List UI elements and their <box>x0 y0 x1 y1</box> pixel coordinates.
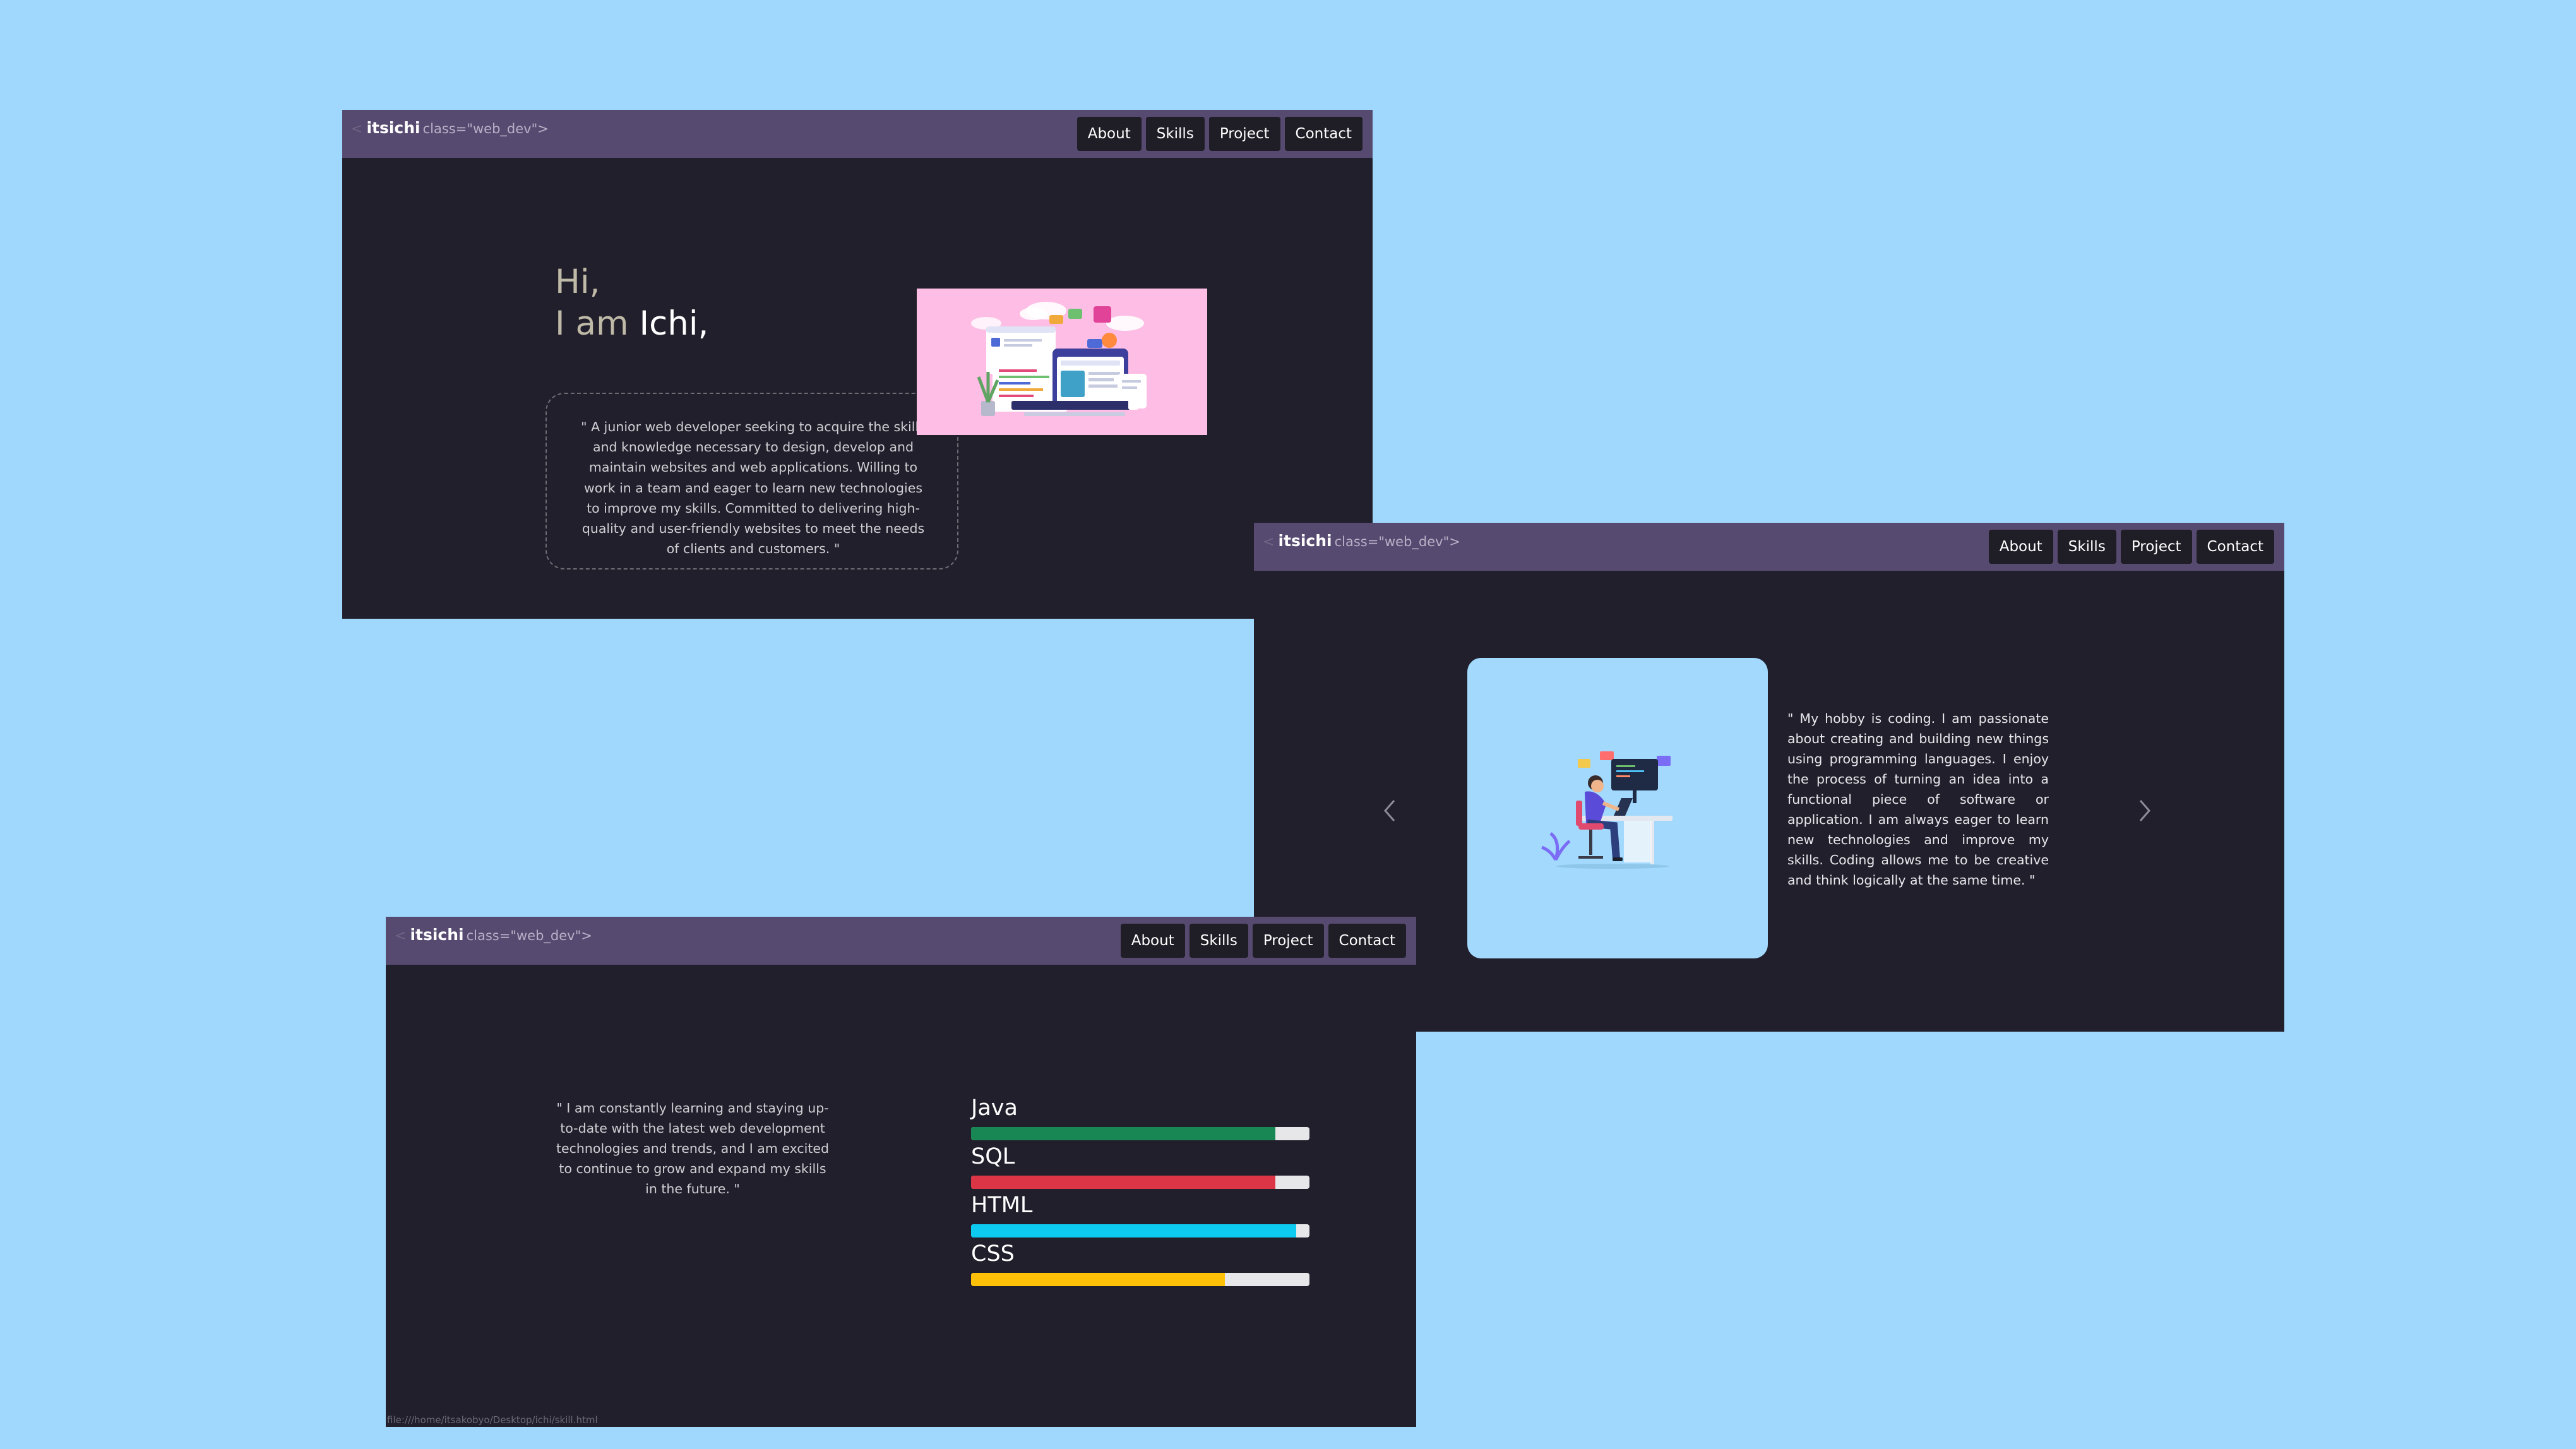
chevron-left-icon[interactable] <box>1378 792 1403 830</box>
brand-attribute: class="web_dev"> <box>422 121 549 136</box>
nav-skills-button[interactable]: Skills <box>1145 117 1205 151</box>
greeting-name: Ichi, <box>639 304 709 343</box>
skill-progress-bar <box>971 1176 1309 1189</box>
nav-about-button[interactable]: About <box>1120 924 1185 958</box>
nav-links: About Skills Project Contact <box>1120 924 1406 958</box>
nav-links: About Skills Project Contact <box>1988 530 2274 564</box>
skill-progress-bar <box>971 1127 1309 1140</box>
greeting-line-2: I am Ichi, <box>555 303 708 345</box>
nav-about-button[interactable]: About <box>1988 530 2053 564</box>
hero-quote-text: " A junior web developer seeking to acqu… <box>581 419 926 557</box>
skill-css: CSS <box>971 1241 1309 1286</box>
brand-attribute: class="web_dev"> <box>466 928 592 943</box>
greeting-line-1: Hi, <box>555 263 600 301</box>
nav-about-button[interactable]: About <box>1076 117 1142 151</box>
brand-prefix: < <box>395 928 407 944</box>
nav-contact-button[interactable]: Contact <box>1284 117 1363 151</box>
hero-page-window: < itsichi class="web_dev"> About Skills … <box>342 110 1373 619</box>
chevron-right-icon[interactable] <box>2132 792 2157 830</box>
skill-progress-fill <box>971 1224 1296 1237</box>
nav-links: About Skills Project Contact <box>1076 117 1363 151</box>
brand-attribute: class="web_dev"> <box>1334 534 1460 549</box>
greeting-prefix: I am <box>555 304 629 343</box>
hero-quote-box: " A junior web developer seeking to acqu… <box>546 393 958 569</box>
brand-logo[interactable]: < itsichi class="web_dev"> <box>351 119 549 144</box>
navbar: < itsichi class="web_dev"> About Skills … <box>1254 523 2284 571</box>
skill-java: Java <box>971 1095 1309 1140</box>
nav-contact-button[interactable]: Contact <box>1328 924 1406 958</box>
brand-logo[interactable]: < itsichi class="web_dev"> <box>395 926 592 951</box>
skill-html: HTML <box>971 1193 1309 1237</box>
skill-progress-fill <box>971 1127 1276 1140</box>
web-development-illustration <box>917 289 1207 435</box>
brand-name: itsichi <box>366 119 420 137</box>
hero-greeting: Hi, I am Ichi, <box>555 261 708 345</box>
navbar: < itsichi class="web_dev"> About Skills … <box>386 917 1416 965</box>
skill-label: Java <box>971 1095 1018 1121</box>
skill-progress-fill <box>971 1273 1225 1286</box>
skills-text: " I am constantly learning and staying u… <box>556 1100 829 1196</box>
nav-skills-button[interactable]: Skills <box>2057 530 2116 564</box>
coding-illustration <box>1467 658 1768 958</box>
brand-logo[interactable]: < itsichi class="web_dev"> <box>1263 532 1460 557</box>
brand-prefix: < <box>1263 534 1275 550</box>
nav-contact-button[interactable]: Contact <box>2196 530 2274 564</box>
status-bar-url: file:///home/itsakobyo/Desktop/ichi/skil… <box>387 1414 598 1426</box>
nav-project-button[interactable]: Project <box>1208 117 1280 151</box>
brand-name: itsichi <box>410 926 464 944</box>
skills-page-window: < itsichi class="web_dev"> About Skills … <box>386 917 1416 1427</box>
skill-sql: SQL <box>971 1144 1309 1189</box>
skill-label: CSS <box>971 1241 1015 1267</box>
navbar: < itsichi class="web_dev"> About Skills … <box>342 110 1373 158</box>
skill-label: SQL <box>971 1144 1015 1169</box>
brand-prefix: < <box>351 121 363 137</box>
nav-project-button[interactable]: Project <box>1252 924 1324 958</box>
skill-progress-fill <box>971 1176 1276 1189</box>
skill-label: HTML <box>971 1193 1033 1218</box>
about-text: " My hobby is coding. I am passionate ab… <box>1787 711 2049 888</box>
skill-progress-bar <box>971 1224 1309 1237</box>
brand-name: itsichi <box>1278 532 1332 550</box>
skill-progress-bar <box>971 1273 1309 1286</box>
nav-project-button[interactable]: Project <box>2120 530 2192 564</box>
nav-skills-button[interactable]: Skills <box>1189 924 1248 958</box>
